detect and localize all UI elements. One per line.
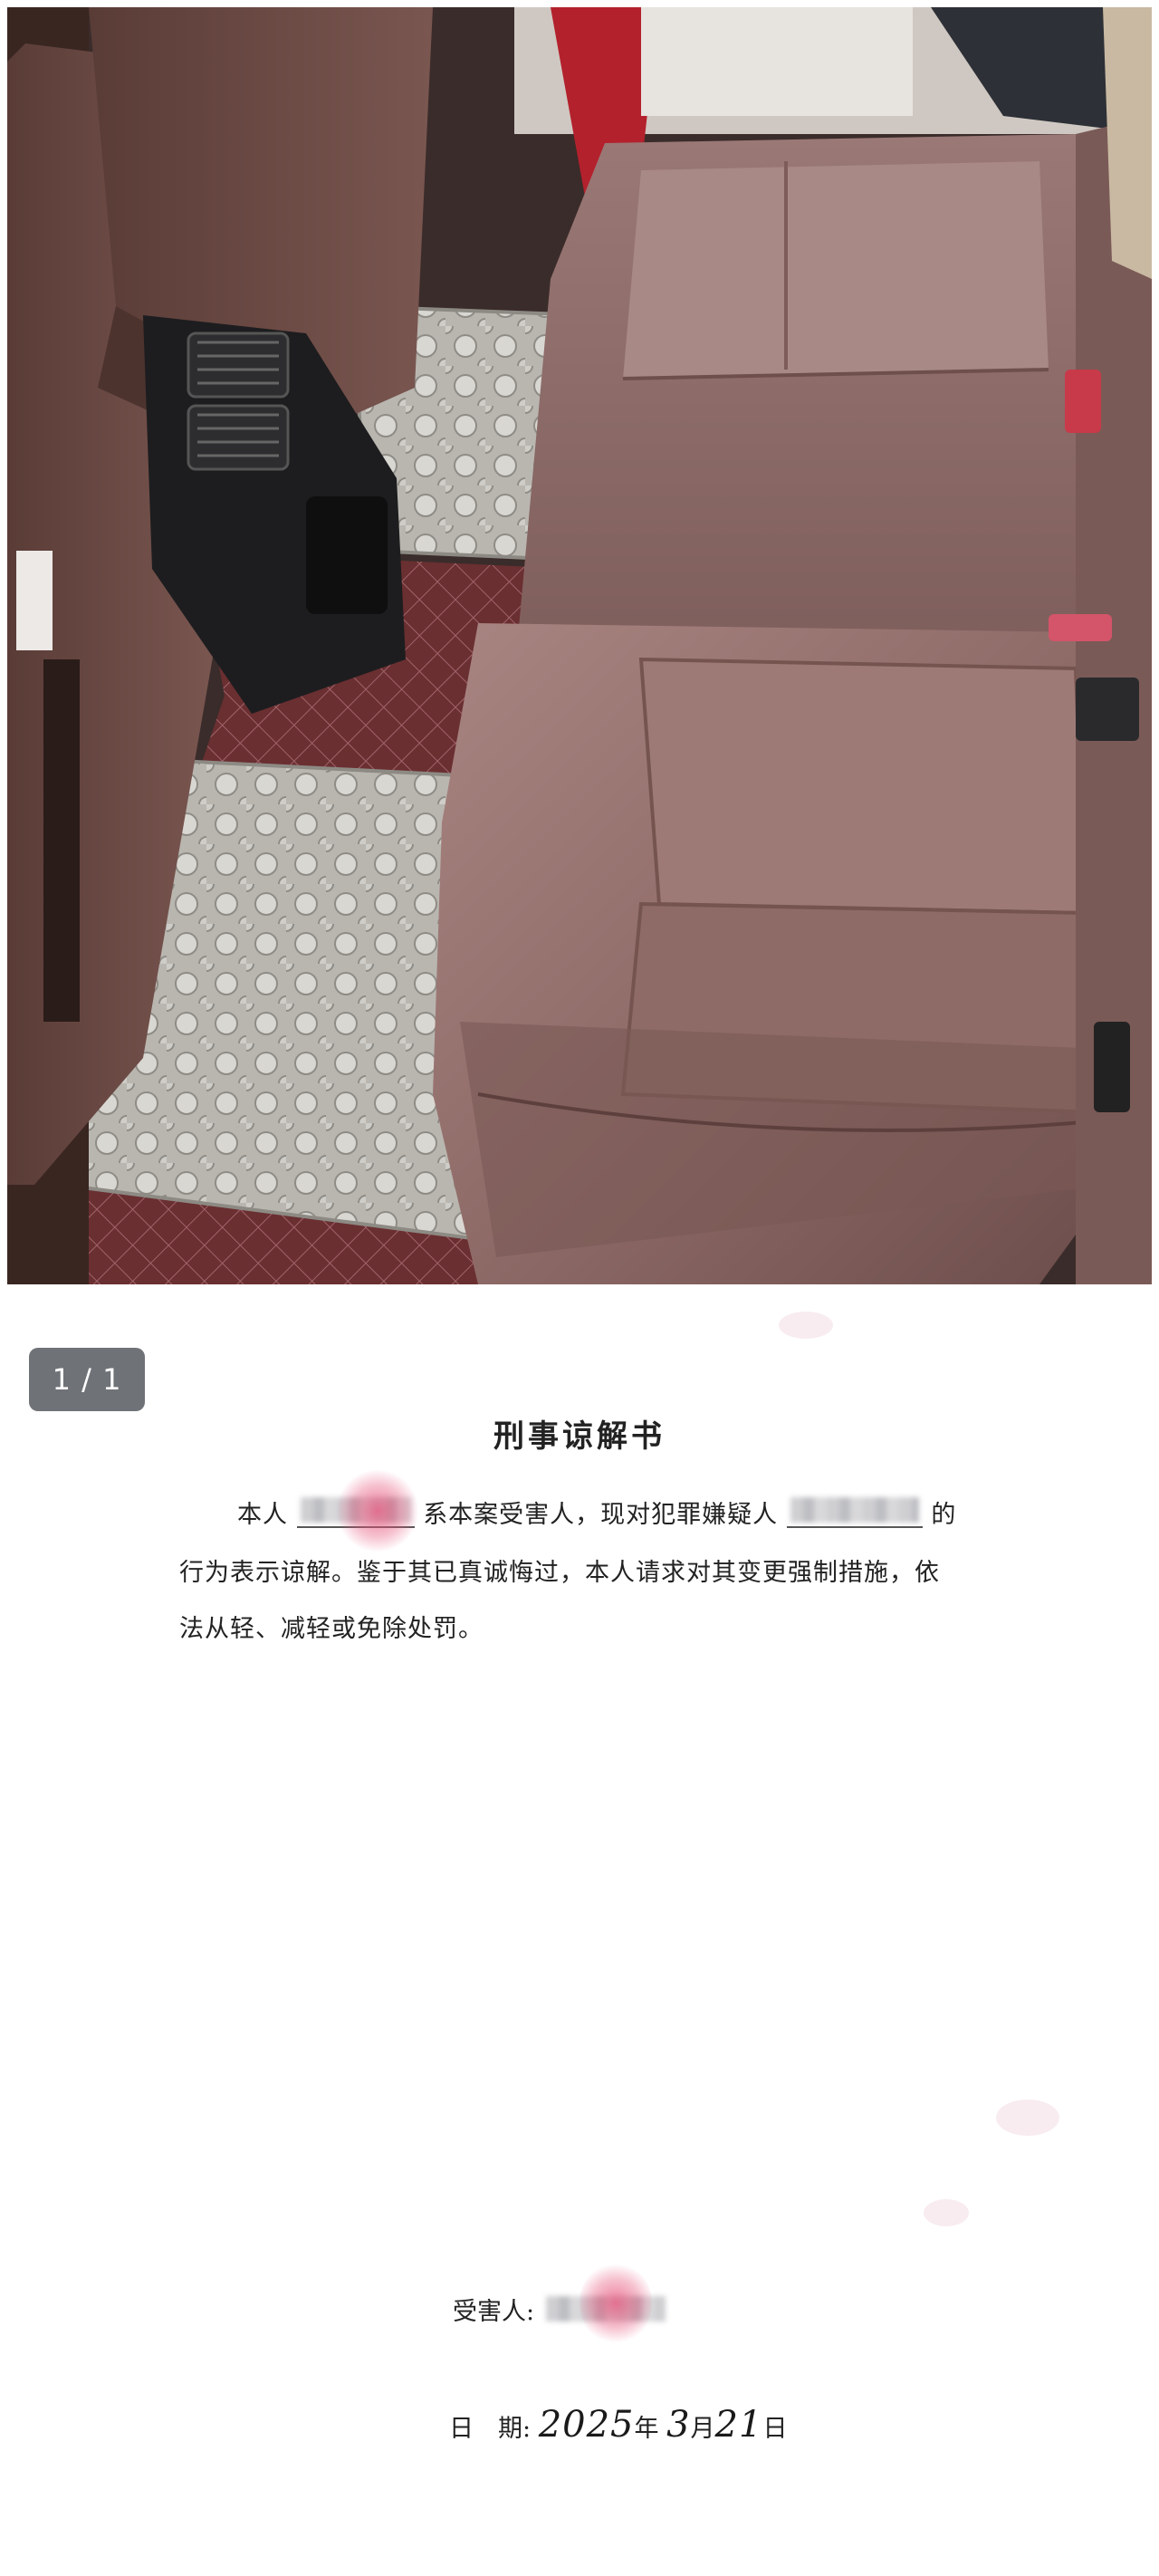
line1-prefix: 本人 bbox=[237, 1501, 288, 1529]
car-interior-illustration bbox=[7, 7, 1152, 1284]
scan-speck bbox=[924, 2199, 969, 2226]
line1-middle: 系本案受害人，现对犯罪嫌疑人 bbox=[423, 1501, 779, 1529]
date-month: 3 bbox=[666, 2404, 691, 2446]
page-indicator: 1 / 1 bbox=[29, 1348, 145, 1411]
letter-of-forgiveness-scan: 1 / 1 刑事谅解书 本人 系本案受害人，现对犯罪嫌疑人 的 行为表示谅解。鉴… bbox=[0, 1284, 1159, 2576]
document-title: 刑事谅解书 bbox=[493, 1418, 666, 1455]
date-day-unit: 日 bbox=[762, 2415, 788, 2443]
date-month-unit: 月 bbox=[690, 2415, 715, 2443]
signature-label: 受害人: bbox=[453, 2298, 535, 2326]
date-day: 21 bbox=[714, 2404, 763, 2446]
redaction-blur bbox=[790, 1497, 919, 1523]
date-label: 日 期: bbox=[449, 2415, 532, 2443]
red-fingerprint-mark bbox=[580, 2263, 652, 2344]
date-year-unit: 年 bbox=[634, 2415, 659, 2443]
date-year: 2025 bbox=[538, 2404, 635, 2446]
body-line-2: 行为表示谅解。鉴于其已真诚悔过，本人请求对其变更强制措施，依 bbox=[179, 1559, 940, 1587]
car-rear-seat-photo bbox=[7, 7, 1152, 1284]
red-fingerprint-mark bbox=[337, 1470, 418, 1552]
body-line-3: 法从轻、减轻或免除处罚。 bbox=[179, 1615, 484, 1643]
scan-speck bbox=[996, 2100, 1059, 2136]
scan-speck bbox=[779, 1312, 833, 1339]
redacted-suspect-name bbox=[786, 1495, 923, 1528]
date-line: 日 期: 2025年 3月21日 bbox=[449, 2404, 787, 2446]
line1-suffix: 的 bbox=[931, 1501, 957, 1529]
